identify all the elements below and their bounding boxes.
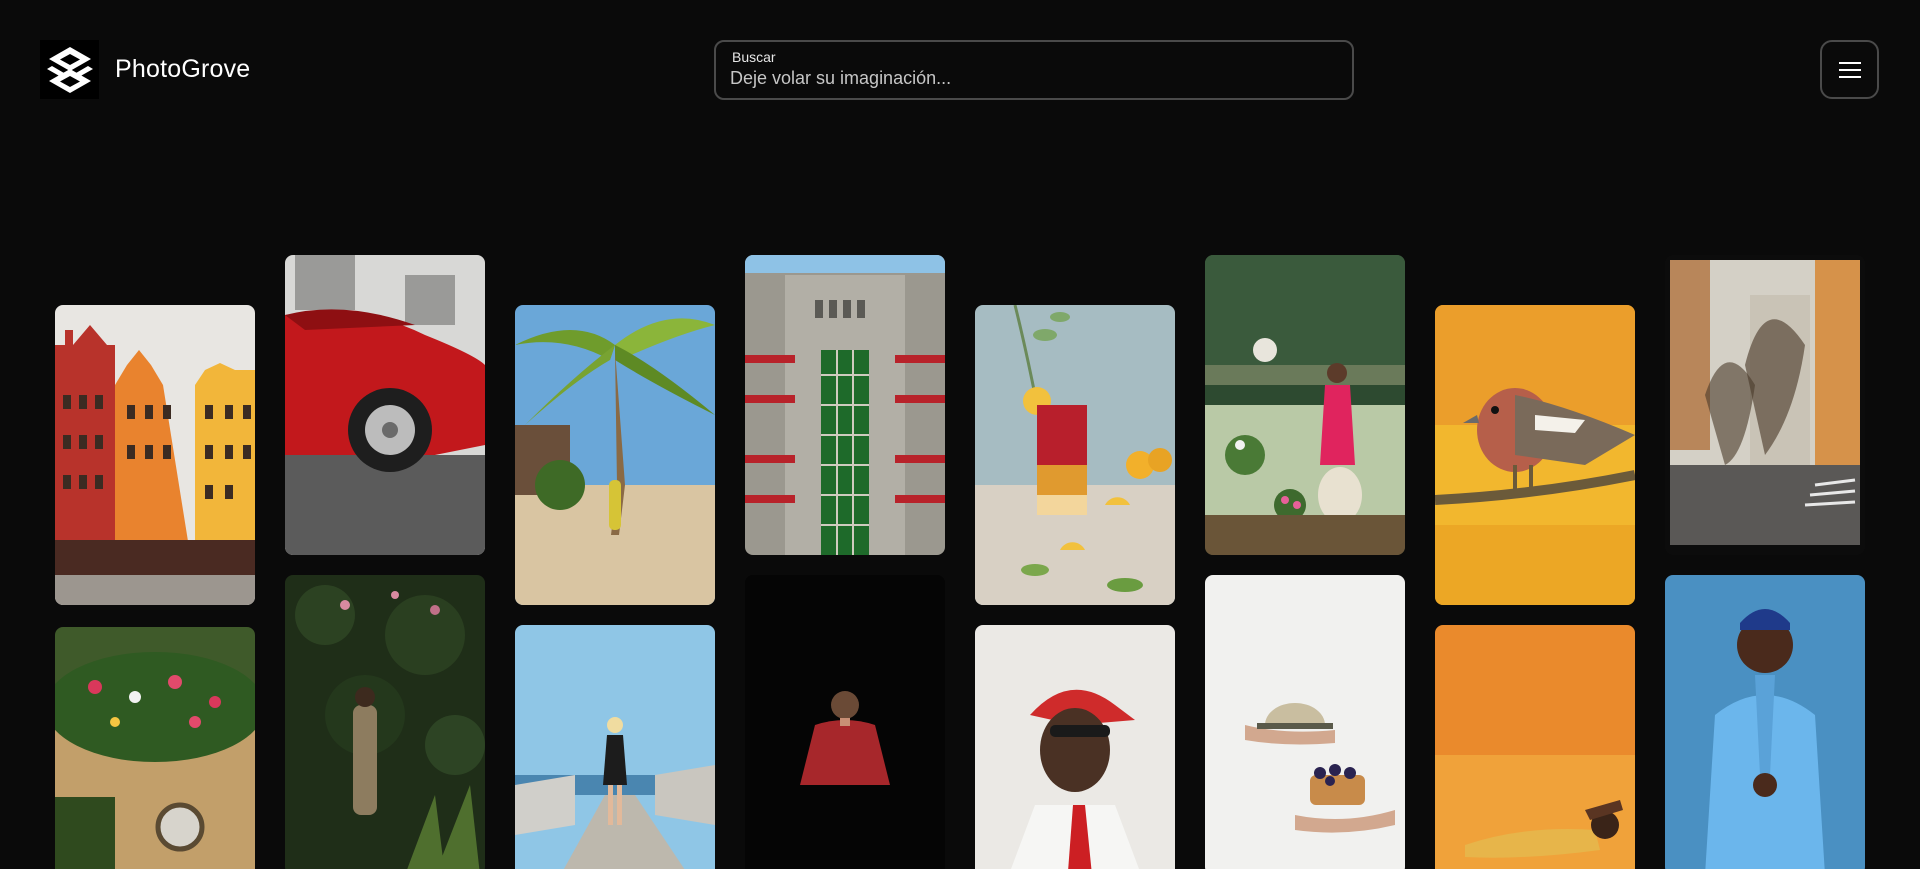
photo-card-palm-beach[interactable] [515, 305, 715, 605]
photo-card-flower-car[interactable] [55, 627, 255, 869]
photo-gallery [0, 0, 1920, 869]
photo-card-stockholm-houses[interactable] [55, 305, 255, 605]
photo-card-bird-branch[interactable] [1435, 305, 1635, 605]
photo-card-man-blue-outfit[interactable] [1665, 575, 1865, 869]
photo-card-red-cap-portrait[interactable] [975, 625, 1175, 869]
photo-card-city-street[interactable] [1665, 255, 1865, 555]
photo-card-man-ivy-wall[interactable] [285, 575, 485, 869]
photo-card-red-car[interactable] [285, 255, 485, 555]
photo-card-seaside-walk[interactable] [515, 625, 715, 869]
photo-card-woman-dog-flowers[interactable] [1205, 255, 1405, 555]
photo-card-red-jacket[interactable] [745, 575, 945, 869]
photo-card-cocktail[interactable] [975, 305, 1175, 605]
photo-card-1950-building[interactable] [745, 255, 945, 555]
photo-card-dessert-dish[interactable] [1205, 575, 1405, 869]
photo-card-woman-orange[interactable] [1435, 625, 1635, 869]
